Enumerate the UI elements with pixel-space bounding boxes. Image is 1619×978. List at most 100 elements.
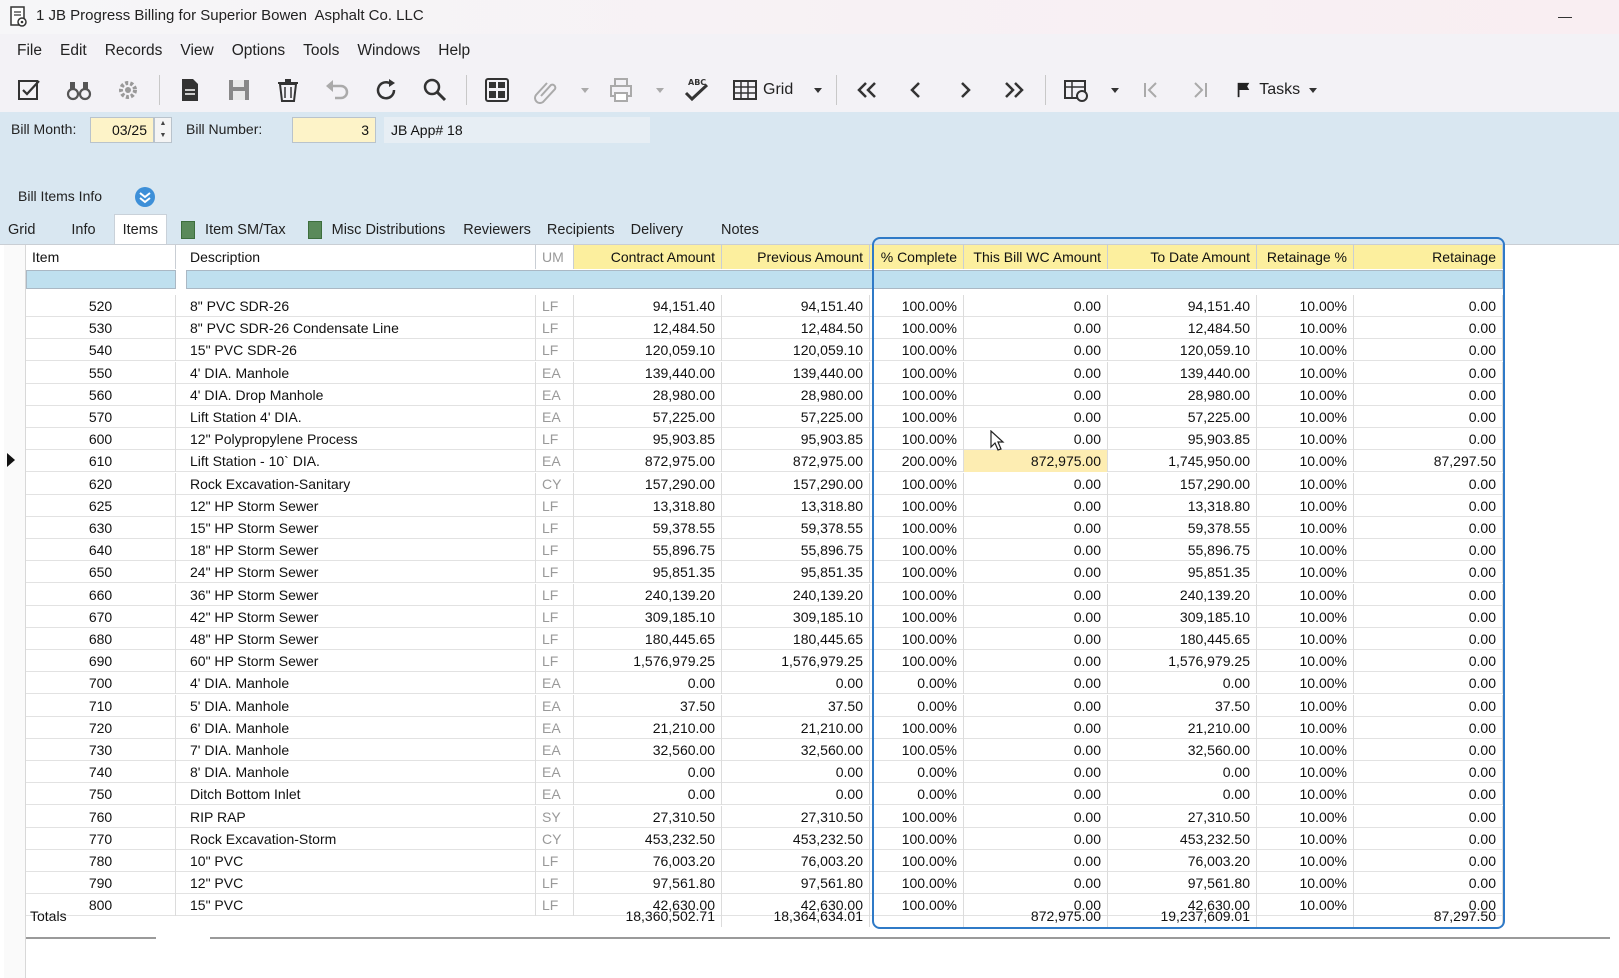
attach-dropdown[interactable] [577, 73, 593, 107]
cell-item[interactable]: 760 [26, 805, 176, 828]
cell-item[interactable]: 520 [26, 295, 176, 317]
tab-reviewers[interactable]: Reviewers [455, 216, 539, 244]
cell-previous-amount[interactable]: 157,290.00 [722, 472, 870, 495]
cell-contract-amount[interactable]: 76,003.20 [574, 850, 722, 872]
column-header-contract-amount[interactable]: Contract Amount [574, 245, 722, 269]
cell-contract-amount[interactable]: 309,185.10 [574, 605, 722, 628]
cell-description[interactable]: 10" PVC [184, 850, 536, 872]
horizontal-scrollbar-right[interactable] [210, 937, 1610, 939]
horizontal-scrollbar-left[interactable] [26, 937, 156, 939]
cell-previous-amount[interactable]: 13,318.80 [722, 494, 870, 517]
cell-description[interactable]: 12" HP Storm Sewer [184, 494, 536, 517]
cell-contract-amount[interactable]: 28,980.00 [574, 383, 722, 406]
cell-contract-amount[interactable]: 240,139.20 [574, 583, 722, 606]
cell-um[interactable]: EA [536, 761, 574, 784]
cell-item[interactable]: 610 [26, 450, 176, 473]
grid-view-button[interactable]: Grid [727, 73, 797, 107]
cell-previous-amount[interactable]: 240,139.20 [722, 583, 870, 606]
cell-item[interactable]: 640 [26, 539, 176, 562]
cell-previous-amount[interactable]: 76,003.20 [722, 850, 870, 872]
cell-item[interactable]: 630 [26, 517, 176, 539]
cell-description[interactable]: 36" HP Storm Sewer [184, 583, 536, 606]
bill-month-field[interactable]: 03/25 [90, 117, 154, 143]
first-record-button[interactable] [849, 73, 885, 107]
cell-um[interactable]: LF [536, 494, 574, 517]
cell-um[interactable]: LF [536, 428, 574, 451]
cell-description[interactable]: Lift Station 4' DIA. [184, 406, 536, 428]
cell-description[interactable]: 12" PVC [184, 872, 536, 895]
cell-contract-amount[interactable]: 94,151.40 [574, 295, 722, 317]
cell-contract-amount[interactable]: 59,378.55 [574, 517, 722, 539]
cell-um[interactable]: EA [536, 783, 574, 806]
print-dropdown[interactable] [652, 73, 668, 107]
attach-button[interactable] [528, 73, 564, 107]
cell-contract-amount[interactable]: 157,290.00 [574, 472, 722, 495]
cell-item[interactable]: 550 [26, 361, 176, 384]
menu-options[interactable]: Options [223, 34, 294, 68]
cell-item[interactable]: 600 [26, 428, 176, 451]
cell-previous-amount[interactable]: 57,225.00 [722, 406, 870, 428]
cell-previous-amount[interactable]: 95,851.35 [722, 561, 870, 584]
cell-previous-amount[interactable]: 0.00 [722, 783, 870, 806]
cell-um[interactable]: LF [536, 894, 574, 917]
table-settings-button[interactable] [1058, 73, 1094, 107]
cell-description[interactable]: 18" HP Storm Sewer [184, 539, 536, 562]
cell-item[interactable]: 540 [26, 339, 176, 362]
cell-item[interactable]: 670 [26, 605, 176, 628]
cell-description[interactable]: 8" PVC SDR-26 Condensate Line [184, 317, 536, 340]
refresh-button[interactable] [368, 73, 404, 107]
cell-um[interactable]: LF [536, 317, 574, 340]
cell-um[interactable]: LF [536, 517, 574, 539]
cell-um[interactable]: CY [536, 827, 574, 850]
menu-help[interactable]: Help [429, 34, 479, 68]
tab-notes[interactable]: Notes [713, 216, 767, 244]
menu-file[interactable]: File [8, 34, 51, 68]
cell-previous-amount[interactable]: 32,560.00 [722, 739, 870, 761]
cell-contract-amount[interactable]: 872,975.00 [574, 450, 722, 473]
cell-um[interactable]: LF [536, 561, 574, 584]
cell-um[interactable]: LF [536, 539, 574, 562]
cell-description[interactable]: Lift Station - 10` DIA. [184, 450, 536, 473]
cell-previous-amount[interactable]: 139,440.00 [722, 361, 870, 384]
cell-um[interactable]: LF [536, 628, 574, 650]
spellcheck-button[interactable]: ABC [678, 73, 714, 107]
last-page-button[interactable] [1182, 73, 1218, 107]
cell-um[interactable]: LF [536, 650, 574, 673]
menu-windows[interactable]: Windows [348, 34, 429, 68]
cell-item[interactable]: 660 [26, 583, 176, 606]
cell-contract-amount[interactable]: 12,484.50 [574, 317, 722, 340]
tab-item-sm-tax[interactable]: Item SM/Tax [173, 216, 294, 244]
cell-item[interactable]: 710 [26, 694, 176, 717]
cell-um[interactable]: EA [536, 739, 574, 761]
cell-item[interactable]: 700 [26, 672, 176, 695]
table-settings-dropdown[interactable] [1107, 73, 1123, 107]
cell-description[interactable]: 7' DIA. Manhole [184, 739, 536, 761]
tab-delivery[interactable]: Delivery [623, 216, 691, 244]
cell-um[interactable]: EA [536, 694, 574, 717]
cell-item[interactable]: 625 [26, 494, 176, 517]
cell-contract-amount[interactable]: 57,225.00 [574, 406, 722, 428]
cell-description[interactable]: 12" Polypropylene Process [184, 428, 536, 451]
cell-um[interactable]: LF [536, 605, 574, 628]
cell-previous-amount[interactable]: 94,151.40 [722, 295, 870, 317]
cell-item[interactable]: 740 [26, 761, 176, 784]
cell-contract-amount[interactable]: 27,310.50 [574, 805, 722, 828]
bill-month-spinner[interactable]: ▲ ▼ [154, 117, 172, 143]
next-record-button[interactable] [947, 73, 983, 107]
column-header-previous-amount[interactable]: Previous Amount [722, 245, 870, 269]
cell-um[interactable]: CY [536, 472, 574, 495]
cell-contract-amount[interactable]: 32,560.00 [574, 739, 722, 761]
cell-um[interactable]: LF [536, 850, 574, 872]
cell-contract-amount[interactable]: 120,059.10 [574, 339, 722, 362]
cell-item[interactable]: 780 [26, 850, 176, 872]
cell-um[interactable]: EA [536, 406, 574, 428]
layout-button[interactable] [479, 73, 515, 107]
cell-description[interactable]: 42" HP Storm Sewer [184, 605, 536, 628]
cell-contract-amount[interactable]: 139,440.00 [574, 361, 722, 384]
cell-description[interactable]: 24" HP Storm Sewer [184, 561, 536, 584]
cell-description[interactable]: 48" HP Storm Sewer [184, 628, 536, 650]
cell-description[interactable]: 15" PVC SDR-26 [184, 339, 536, 362]
cell-previous-amount[interactable]: 453,232.50 [722, 827, 870, 850]
previous-record-button[interactable] [898, 73, 934, 107]
filter-item[interactable] [26, 270, 176, 289]
